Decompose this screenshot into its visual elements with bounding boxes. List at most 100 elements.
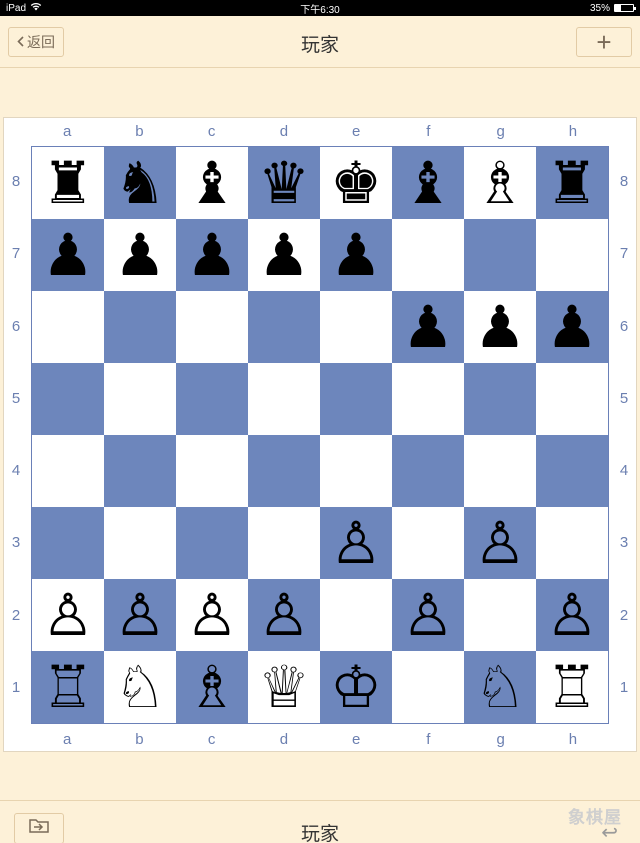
- square-f3[interactable]: [392, 507, 464, 579]
- square-c3[interactable]: [176, 507, 248, 579]
- black-bishop-icon[interactable]: ♝: [186, 154, 238, 212]
- square-b5[interactable]: [104, 363, 176, 435]
- square-b8[interactable]: ♞: [104, 147, 176, 219]
- square-a3[interactable]: [32, 507, 104, 579]
- square-d8[interactable]: ♛: [248, 147, 320, 219]
- square-c5[interactable]: [176, 363, 248, 435]
- square-f4[interactable]: [392, 435, 464, 507]
- square-c4[interactable]: [176, 435, 248, 507]
- square-h1[interactable]: ♖: [536, 651, 608, 723]
- square-a2[interactable]: ♙: [32, 579, 104, 651]
- add-button[interactable]: +: [576, 27, 632, 57]
- white-bishop-icon[interactable]: ♗: [474, 154, 526, 212]
- square-h6[interactable]: ♟: [536, 291, 608, 363]
- reply-icon[interactable]: ↩: [601, 820, 618, 843]
- square-c6[interactable]: [176, 291, 248, 363]
- white-pawn-icon[interactable]: ♙: [186, 586, 238, 644]
- white-pawn-icon[interactable]: ♙: [546, 586, 598, 644]
- square-d7[interactable]: ♟: [248, 219, 320, 291]
- square-e6[interactable]: [320, 291, 392, 363]
- square-c2[interactable]: ♙: [176, 579, 248, 651]
- square-f1[interactable]: [392, 651, 464, 723]
- square-f6[interactable]: ♟: [392, 291, 464, 363]
- black-rook-icon[interactable]: ♜: [546, 154, 598, 212]
- square-g5[interactable]: [464, 363, 536, 435]
- square-f8[interactable]: ♝: [392, 147, 464, 219]
- black-pawn-icon[interactable]: ♟: [402, 298, 454, 356]
- black-rook-icon[interactable]: ♜: [42, 154, 94, 212]
- square-a8[interactable]: ♜: [32, 147, 104, 219]
- square-f2[interactable]: ♙: [392, 579, 464, 651]
- square-g1[interactable]: ♘: [464, 651, 536, 723]
- square-e5[interactable]: [320, 363, 392, 435]
- square-a1[interactable]: ♖: [32, 651, 104, 723]
- black-queen-icon[interactable]: ♛: [258, 154, 310, 212]
- black-pawn-icon[interactable]: ♟: [258, 226, 310, 284]
- black-king-icon[interactable]: ♚: [330, 154, 382, 212]
- white-bishop-icon[interactable]: ♗: [186, 658, 238, 716]
- square-h8[interactable]: ♜: [536, 147, 608, 219]
- white-pawn-icon[interactable]: ♙: [114, 586, 166, 644]
- black-bishop-icon[interactable]: ♝: [402, 154, 454, 212]
- square-g4[interactable]: [464, 435, 536, 507]
- square-c8[interactable]: ♝: [176, 147, 248, 219]
- white-pawn-icon[interactable]: ♙: [258, 586, 310, 644]
- white-pawn-icon[interactable]: ♙: [474, 514, 526, 572]
- square-e4[interactable]: [320, 435, 392, 507]
- black-pawn-icon[interactable]: ♟: [186, 226, 238, 284]
- square-b4[interactable]: [104, 435, 176, 507]
- white-knight-icon[interactable]: ♘: [474, 658, 526, 716]
- square-g8[interactable]: ♗: [464, 147, 536, 219]
- square-e7[interactable]: ♟: [320, 219, 392, 291]
- square-a6[interactable]: [32, 291, 104, 363]
- square-d1[interactable]: ♕: [248, 651, 320, 723]
- white-knight-icon[interactable]: ♘: [114, 658, 166, 716]
- battery-fill: [615, 5, 622, 11]
- square-e8[interactable]: ♚: [320, 147, 392, 219]
- square-d3[interactable]: [248, 507, 320, 579]
- square-e2[interactable]: [320, 579, 392, 651]
- square-h7[interactable]: [536, 219, 608, 291]
- square-e1[interactable]: ♔: [320, 651, 392, 723]
- square-c7[interactable]: ♟: [176, 219, 248, 291]
- square-b1[interactable]: ♘: [104, 651, 176, 723]
- file-label-f-bottom: f: [426, 731, 431, 748]
- black-pawn-icon[interactable]: ♟: [546, 298, 598, 356]
- square-h2[interactable]: ♙: [536, 579, 608, 651]
- black-pawn-icon[interactable]: ♟: [42, 226, 94, 284]
- square-b6[interactable]: [104, 291, 176, 363]
- square-c1[interactable]: ♗: [176, 651, 248, 723]
- square-e3[interactable]: ♙: [320, 507, 392, 579]
- square-g6[interactable]: ♟: [464, 291, 536, 363]
- black-pawn-icon[interactable]: ♟: [114, 226, 166, 284]
- square-g2[interactable]: [464, 579, 536, 651]
- black-pawn-icon[interactable]: ♟: [330, 226, 382, 284]
- square-f7[interactable]: [392, 219, 464, 291]
- white-pawn-icon[interactable]: ♙: [42, 586, 94, 644]
- square-b3[interactable]: [104, 507, 176, 579]
- white-rook-icon[interactable]: ♖: [42, 658, 94, 716]
- square-d5[interactable]: [248, 363, 320, 435]
- square-h5[interactable]: [536, 363, 608, 435]
- black-knight-icon[interactable]: ♞: [114, 154, 166, 212]
- square-a7[interactable]: ♟: [32, 219, 104, 291]
- white-pawn-icon[interactable]: ♙: [402, 586, 454, 644]
- square-a5[interactable]: [32, 363, 104, 435]
- chess-board[interactable]: ♜ ♞ ♝ ♛ ♚ ♝ ♗ ♜ ♟ ♟ ♟ ♟ ♟ ♟ ♟ ♟ ♙ ♙ ♙ ♙ ♙ ♙ ♙ ♙ ♖ ♘ ♗ ♕ ♔ ♘ ♖: [31, 146, 609, 724]
- square-g3[interactable]: ♙: [464, 507, 536, 579]
- square-g7[interactable]: [464, 219, 536, 291]
- white-king-icon[interactable]: ♔: [330, 658, 382, 716]
- square-h3[interactable]: [536, 507, 608, 579]
- white-pawn-icon[interactable]: ♙: [330, 514, 382, 572]
- white-rook-icon[interactable]: ♖: [546, 658, 598, 716]
- square-b7[interactable]: ♟: [104, 219, 176, 291]
- square-f5[interactable]: [392, 363, 464, 435]
- square-b2[interactable]: ♙: [104, 579, 176, 651]
- square-h4[interactable]: [536, 435, 608, 507]
- black-pawn-icon[interactable]: ♟: [474, 298, 526, 356]
- square-d2[interactable]: ♙: [248, 579, 320, 651]
- white-queen-icon[interactable]: ♕: [258, 658, 310, 716]
- square-a4[interactable]: [32, 435, 104, 507]
- square-d6[interactable]: [248, 291, 320, 363]
- square-d4[interactable]: [248, 435, 320, 507]
